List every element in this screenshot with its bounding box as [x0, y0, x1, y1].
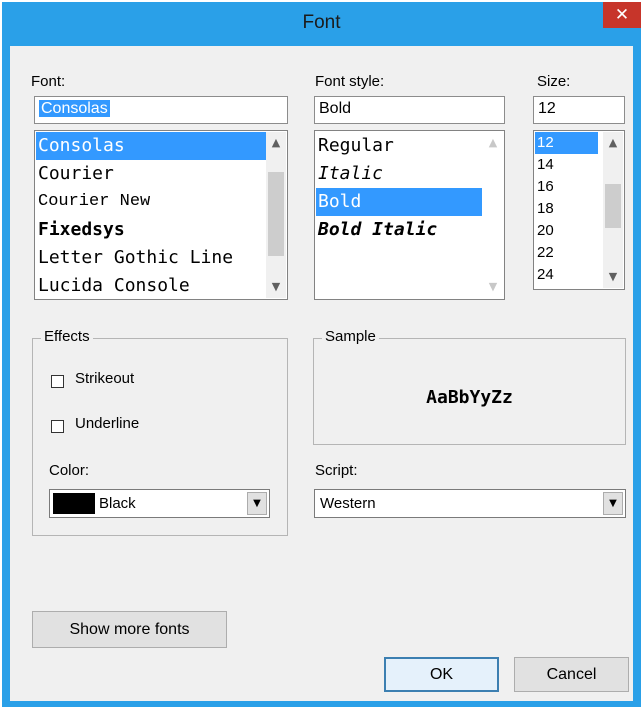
size-label: Size:: [537, 73, 571, 90]
list-item-bold[interactable]: Bold: [316, 188, 482, 216]
list-item-consolas[interactable]: Consolas: [36, 132, 267, 160]
script-select[interactable]: Western ▼: [314, 489, 626, 518]
list-item-fixedsys[interactable]: Fixedsys: [36, 216, 267, 244]
title-bar[interactable]: Font ✕: [2, 2, 641, 46]
sample-group: Sample AaBbYyZz: [313, 328, 626, 445]
scrollbar-thumb[interactable]: [605, 184, 621, 228]
effects-title: Effects: [41, 328, 93, 345]
chevron-up-icon[interactable]: ▲: [483, 134, 503, 152]
dialog-title: Font: [302, 12, 341, 33]
list-item-size-14[interactable]: 14: [535, 154, 598, 176]
list-item-bold-italic[interactable]: Bold Italic: [316, 216, 482, 244]
triangle-down-icon[interactable]: ▼: [603, 492, 623, 515]
list-item-letter-gothic-line[interactable]: Letter Gothic Line: [36, 244, 267, 272]
font-style-list[interactable]: Regular Italic Bold Bold Italic ▲ ▼: [314, 130, 505, 300]
list-item-size-16[interactable]: 16: [535, 176, 598, 198]
list-item-size-20[interactable]: 20: [535, 220, 598, 242]
font-label: Font:: [31, 73, 66, 90]
size-list[interactable]: 12 14 16 18 20 22 24 ▲ ▼: [533, 130, 625, 290]
sample-title: Sample: [322, 328, 379, 345]
font-dialog: Font ✕ Font: Consolas Consolas Courier C…: [2, 2, 641, 707]
size-input[interactable]: 12: [533, 96, 625, 124]
list-item-regular[interactable]: Regular: [316, 132, 482, 160]
chevron-up-icon[interactable]: ▲: [603, 134, 623, 152]
color-select[interactable]: Black ▼: [49, 489, 270, 518]
ok-button[interactable]: OK: [384, 657, 499, 692]
script-label: Script:: [315, 462, 358, 479]
color-select-value: Black: [99, 495, 136, 512]
close-icon: ✕: [614, 5, 630, 25]
list-item-courier-new[interactable]: Courier New: [36, 188, 267, 216]
sample-preview-text: AaBbYyZz: [426, 387, 513, 408]
font-style-scrollbar[interactable]: ▲ ▼: [483, 132, 503, 298]
triangle-down-icon[interactable]: ▼: [247, 492, 267, 515]
size-list-scrollbar[interactable]: ▲ ▼: [603, 132, 623, 288]
chevron-down-icon[interactable]: ▼: [266, 278, 286, 296]
chevron-down-icon[interactable]: ▼: [483, 278, 503, 296]
scrollbar-thumb[interactable]: [268, 172, 284, 256]
font-name-value: Consolas: [39, 100, 110, 117]
chevron-up-icon[interactable]: ▲: [266, 134, 286, 152]
strikeout-label[interactable]: Strikeout: [75, 370, 134, 387]
strikeout-checkbox[interactable]: [51, 375, 64, 388]
list-item-size-12[interactable]: 12: [535, 132, 598, 154]
underline-label[interactable]: Underline: [75, 415, 139, 432]
chevron-down-icon[interactable]: ▼: [603, 268, 623, 286]
list-item-size-24[interactable]: 24: [535, 264, 598, 286]
list-item-lucida-console[interactable]: Lucida Console: [36, 272, 267, 299]
list-item-size-22[interactable]: 22: [535, 242, 598, 264]
font-style-label: Font style:: [315, 73, 385, 90]
color-label: Color:: [49, 462, 90, 479]
dialog-body: Font: Consolas Consolas Courier Courier …: [10, 46, 633, 701]
list-item-courier[interactable]: Courier: [36, 160, 267, 188]
show-more-fonts-button[interactable]: Show more fonts: [32, 611, 227, 648]
color-swatch: [53, 493, 95, 514]
list-item-italic[interactable]: Italic: [316, 160, 482, 188]
effects-group: Effects Strikeout Underline Color: Black…: [32, 328, 288, 536]
font-list[interactable]: Consolas Courier Courier New Fixedsys Le…: [34, 130, 288, 300]
cancel-button[interactable]: Cancel: [514, 657, 629, 692]
list-item-size-18[interactable]: 18: [535, 198, 598, 220]
close-button[interactable]: ✕: [603, 2, 641, 28]
underline-checkbox[interactable]: [51, 420, 64, 433]
script-select-value: Western: [320, 495, 376, 512]
font-style-input[interactable]: Bold: [314, 96, 505, 124]
font-list-scrollbar[interactable]: ▲ ▼: [266, 132, 286, 298]
font-name-input[interactable]: Consolas: [34, 96, 288, 124]
